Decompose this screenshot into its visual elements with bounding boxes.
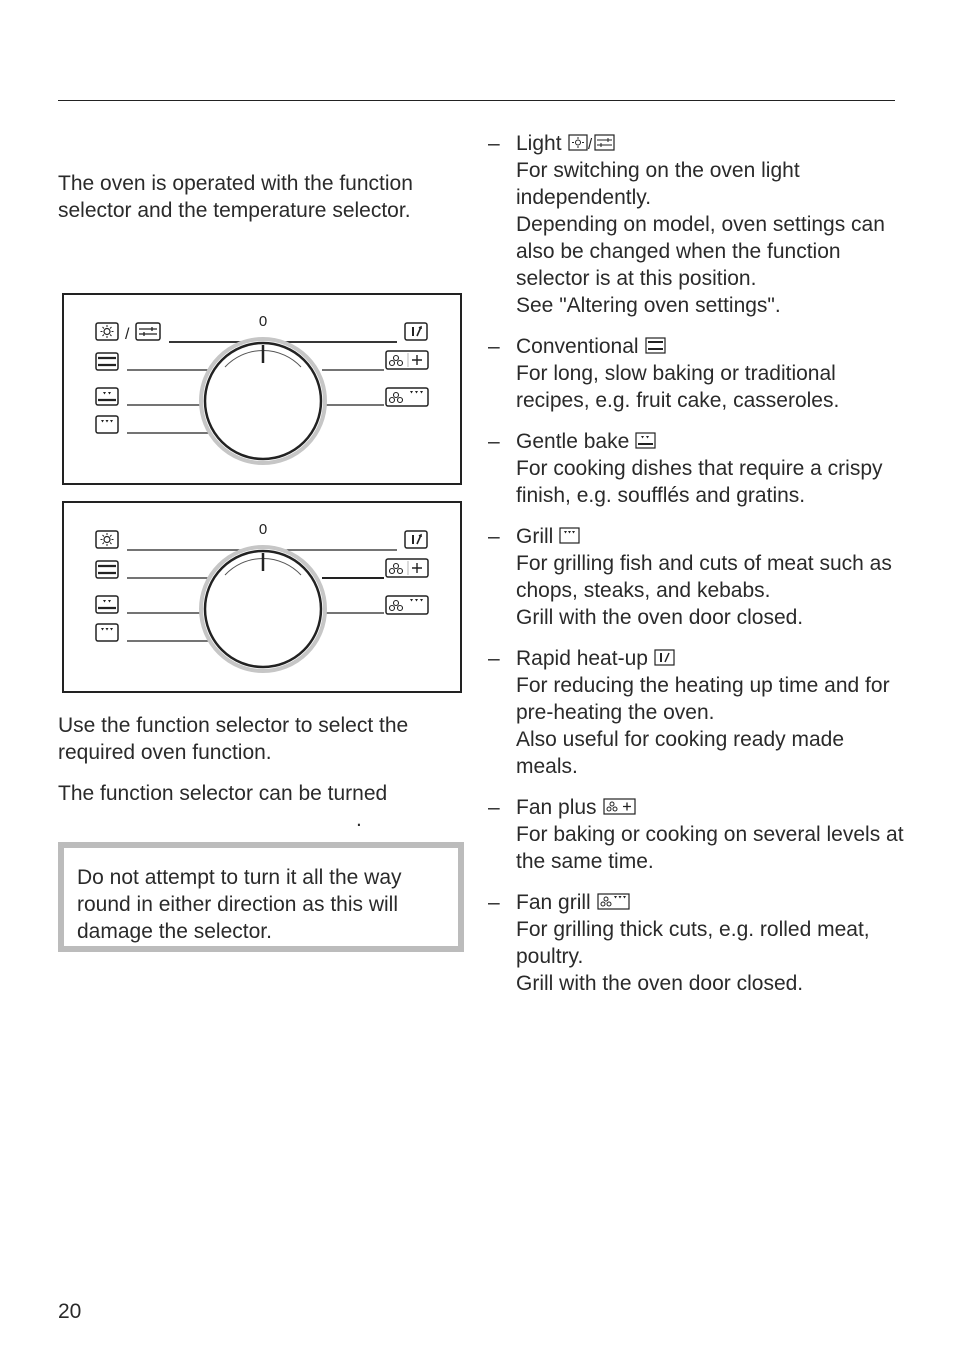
conventional-icon [644,337,666,354]
intro-paragraph: The oven is operated with the function s… [58,172,413,222]
function-description: See "Altering oven settings". [516,294,781,317]
warning-text: Do not attempt to turn it all the way ro… [77,866,402,943]
gentle-bake-icon [635,432,656,449]
grill-icon [559,527,580,544]
zero-label: 0 [259,313,267,330]
list-item-gentle-bake: – Gentle bake For cooking dishes that re… [488,428,908,509]
slash-separator: / [125,326,130,343]
diagram-2-svg: 0 [95,521,429,673]
function-selector-diagram-2: 0 [62,501,462,693]
function-list: – Light / For switching on the oven light… [488,130,908,1011]
grill-icon [95,415,119,434]
list-dash: – [488,335,500,358]
grill-icon [95,623,119,642]
trailing-period: . [356,808,362,831]
function-description: For long, slow baking or traditional rec… [516,362,840,412]
function-description: For grilling fish and cuts of meat such … [516,552,892,602]
list-dash: – [488,525,500,548]
conventional-icon [95,560,119,579]
use-selector-paragraph: Use the function selector to select the … [58,714,409,764]
light-icon [95,322,119,341]
function-title: Gentle bake [516,430,630,453]
function-title: Fan grill [516,891,591,914]
list-item-grill: – Grill For grilling fish and cuts of me… [488,523,908,631]
function-description: Depending on model, oven settings can al… [516,213,885,290]
function-description: Grill with the oven door closed. [516,606,804,629]
function-description: For switching on the oven light independ… [516,159,800,209]
function-title: Fan plus [516,796,597,819]
rapid-heat-up-icon [404,322,428,341]
fan-plus-icon [385,350,429,370]
light-settings-icon: / [567,134,615,152]
function-description: For reducing the heating up time and for… [516,674,890,724]
svg-text:/: / [588,136,593,152]
list-dash: – [488,132,500,155]
function-title: Grill [516,525,554,548]
function-description: For grilling thick cuts, e.g. rolled mea… [516,918,870,968]
warning-box: Do not attempt to turn it all the way ro… [58,842,464,952]
list-item-fan-grill: – Fan grill For grilling thick cuts, e.g… [488,889,908,997]
function-description: Also useful for cooking ready made meals… [516,728,845,778]
list-dash: – [488,796,500,819]
fan-plus-icon [602,798,636,815]
conventional-icon [95,352,119,371]
function-title: Light [516,132,562,155]
header-rule [58,100,895,101]
page-number: 20 [58,1300,82,1323]
zero-label: 0 [259,521,267,538]
function-description: For baking or cooking on several levels … [516,823,904,873]
gentle-bake-icon [95,387,119,406]
list-item-rapid-heat-up: – Rapid heat-up For reducing the heating… [488,645,908,780]
list-dash: – [488,891,500,914]
rapid-heat-up-icon [654,649,675,666]
gentle-bake-icon [95,595,119,614]
list-item-light: – Light / For switching on the oven light… [488,130,908,319]
list-item-conventional: – Conventional For long, slow baking or … [488,333,908,414]
settings-icon [135,322,161,341]
fan-plus-icon [385,558,429,578]
rapid-heat-up-icon [404,530,428,549]
fan-grill-icon [385,595,429,615]
function-description: Grill with the oven door closed. [516,972,804,995]
function-title: Conventional [516,335,639,358]
light-icon [95,530,119,549]
fan-grill-icon [597,893,630,910]
list-dash: – [488,647,500,670]
function-description: For cooking dishes that require a crispy… [516,457,883,507]
fan-grill-icon [385,387,429,407]
function-selector-diagram-1: 0 / [62,293,462,485]
list-dash: – [488,430,500,453]
diagram-1-svg: 0 / [95,313,429,465]
function-title: Rapid heat-up [516,647,648,670]
list-item-fan-plus: – Fan plus For baking or cooking on seve… [488,794,908,875]
turn-selector-paragraph: The function selector can be turned [58,782,388,805]
